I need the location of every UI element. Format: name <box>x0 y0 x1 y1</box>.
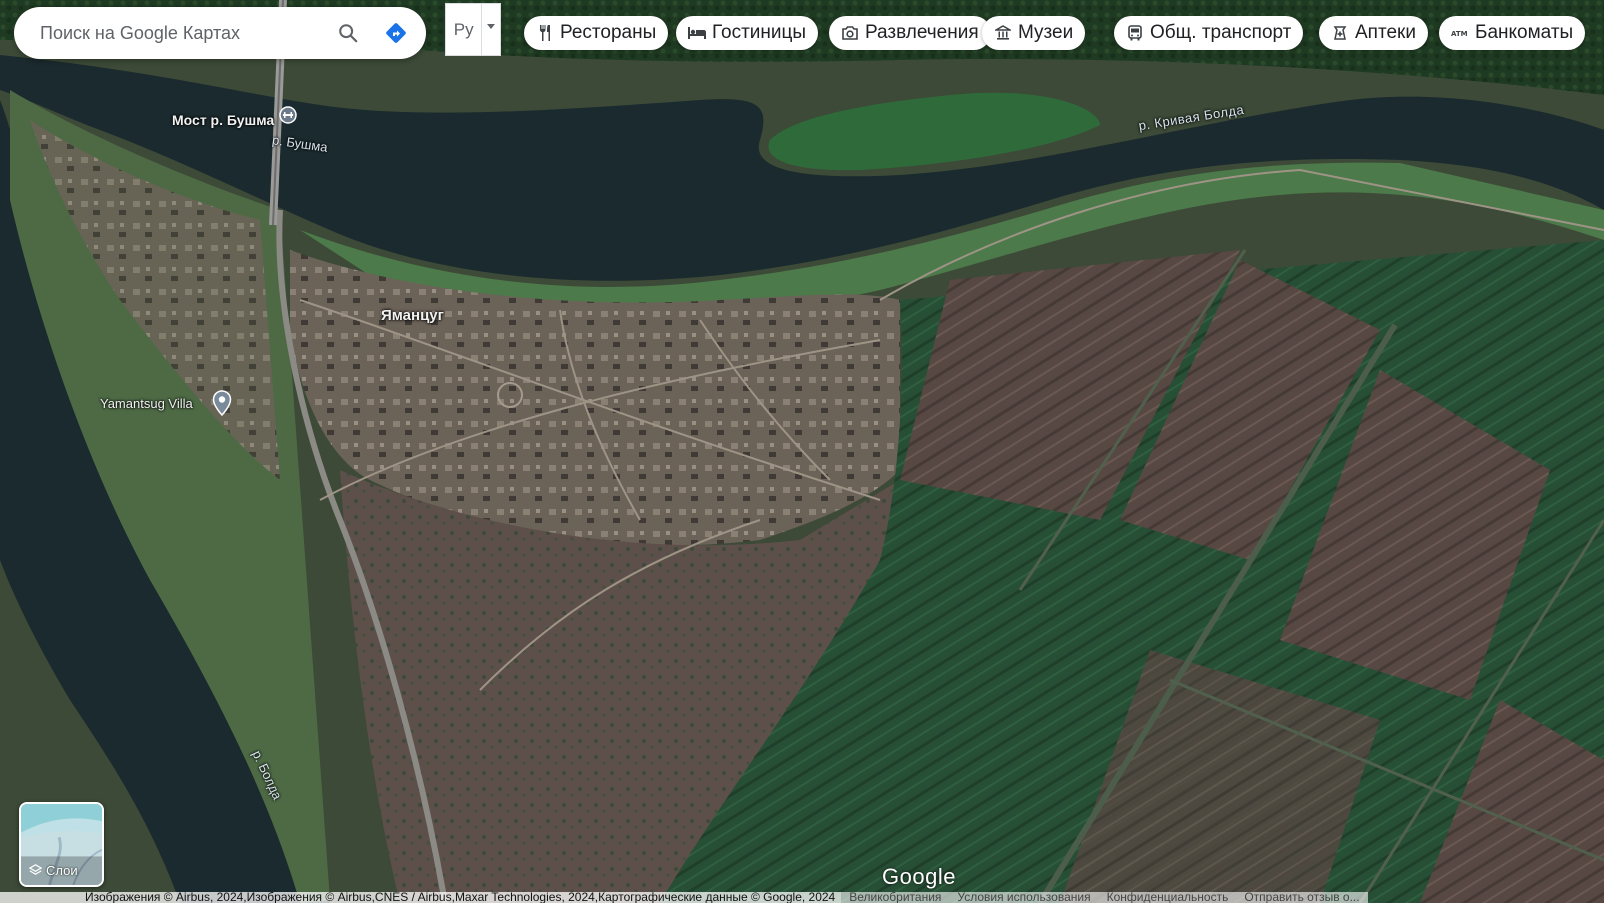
atm-icon: ATM <box>1451 24 1469 42</box>
region-link[interactable]: Великобритания <box>841 892 950 903</box>
search-button[interactable] <box>324 9 372 57</box>
privacy-link[interactable]: Конфиденциальность <box>1098 892 1237 903</box>
attribution-bar: Изображения © Airbus, 2024,Изображения ©… <box>0 892 1604 903</box>
directions-icon <box>386 23 406 43</box>
search-icon <box>339 24 358 43</box>
search-box <box>14 7 426 59</box>
chip-label: Общ. транспорт <box>1150 22 1292 43</box>
bus-icon <box>1126 24 1144 42</box>
feedback-link[interactable]: Отправить отзыв о... <box>1236 892 1368 903</box>
chip-label: Банкоматы <box>1475 22 1574 43</box>
language-label: Ру <box>453 19 474 39</box>
chip-atms[interactable]: ATM Банкоматы <box>1439 16 1586 50</box>
satellite-imagery <box>0 0 1604 903</box>
camera-icon <box>841 24 859 42</box>
language-selector[interactable]: Ру <box>445 3 501 56</box>
villa-label[interactable]: Yamantsug Villa <box>100 396 193 411</box>
attribution-text: Изображения © Airbus, 2024,Изображения ©… <box>0 892 842 903</box>
chip-label: Аптеки <box>1355 22 1416 43</box>
chip-entertainment[interactable]: Развлечения <box>829 16 991 50</box>
satellite-map[interactable]: Мост р. Бушма р. Бушма р. Кривая Болда Я… <box>0 0 1604 903</box>
bed-icon <box>688 24 706 42</box>
svg-text:ATM: ATM <box>1451 30 1468 38</box>
google-logo: Google <box>882 864 956 889</box>
chip-label: Развлечения <box>865 22 979 43</box>
layers-caption: Слои <box>29 863 78 878</box>
chevron-down-icon[interactable] <box>481 4 500 55</box>
chip-hotels[interactable]: Гостиницы <box>676 16 819 50</box>
directions-button[interactable] <box>372 9 420 57</box>
chip-label: Музеи <box>1018 22 1074 43</box>
village-label[interactable]: Яманцуг <box>381 307 444 324</box>
chip-label: Рестораны <box>560 22 657 43</box>
bridge-label[interactable]: Мост р. Бушма <box>172 112 274 128</box>
museum-icon <box>994 24 1012 42</box>
layers-label: Слои <box>46 863 78 878</box>
terms-link[interactable]: Условия использования <box>949 892 1099 903</box>
chip-museums[interactable]: Музеи <box>982 16 1086 50</box>
layers-icon <box>29 864 42 875</box>
chip-restaurants[interactable]: Рестораны <box>524 16 669 50</box>
layers-button[interactable]: Слои <box>19 802 104 887</box>
chip-transit[interactable]: Общ. транспорт <box>1114 16 1304 50</box>
fork-knife-icon <box>536 24 554 42</box>
chip-label: Гостиницы <box>712 22 807 43</box>
chip-pharmacies[interactable]: Аптеки <box>1319 16 1428 50</box>
search-input[interactable] <box>14 7 324 59</box>
pharmacy-icon <box>1331 24 1349 42</box>
